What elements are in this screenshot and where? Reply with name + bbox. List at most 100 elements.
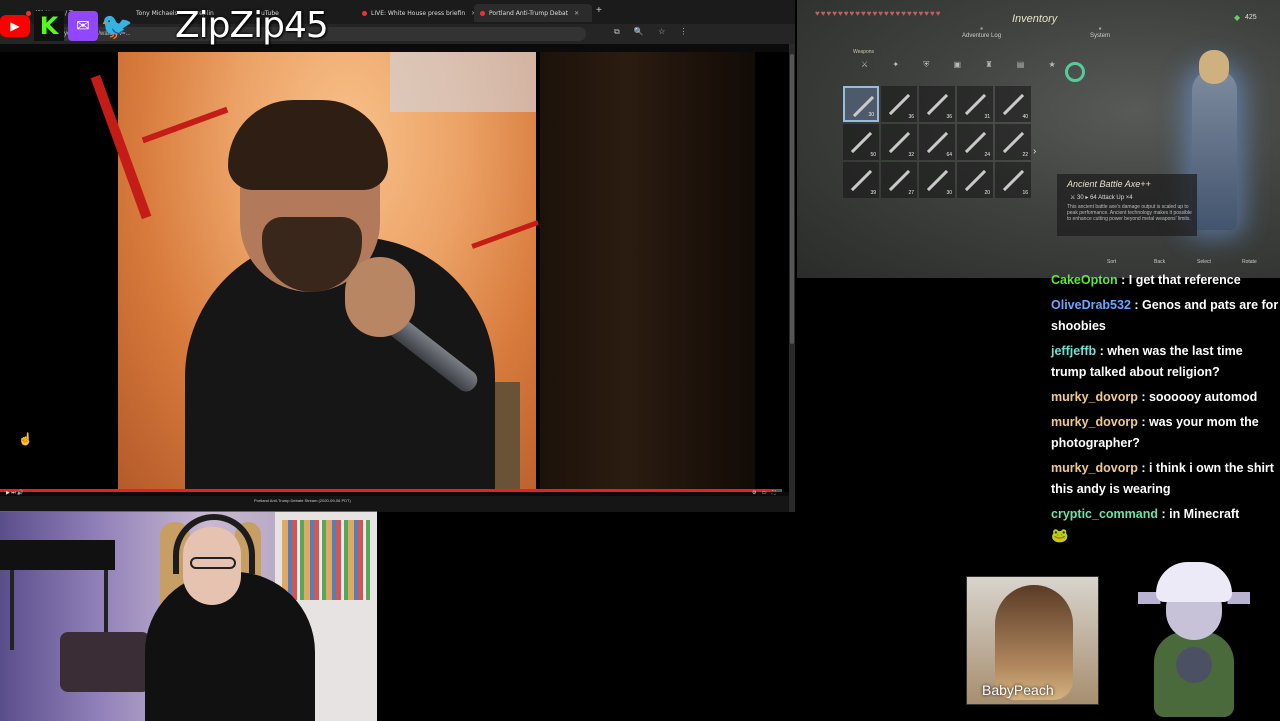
tab-portland-debate[interactable]: Portland Anti-Trump Debat ✕ — [474, 4, 592, 22]
hand-cursor-icon: ☝ — [18, 432, 33, 446]
chat-message: CakeOpton : I get that reference — [1049, 270, 1279, 291]
weapon-durability: 64 — [946, 152, 952, 158]
cat-icon — [1176, 647, 1212, 683]
youtube-icon: ▶ — [0, 11, 30, 41]
system-icon: ▪ — [1098, 24, 1102, 33]
weapon-durability: 30 — [946, 190, 952, 196]
video-wall-top — [390, 52, 536, 112]
nav-inventory[interactable]: Inventory — [1012, 13, 1057, 25]
weapon-slot[interactable]: 36 — [919, 86, 955, 122]
live-dot-icon — [362, 10, 367, 16]
viewer-name: BabyPeach — [982, 682, 1054, 698]
weapon-slot[interactable]: 30 — [843, 86, 879, 122]
chevron-right-icon[interactable]: › — [1033, 146, 1036, 157]
weapon-slot[interactable]: 20 — [957, 162, 993, 198]
chat-username[interactable]: murky_dovorp — [1051, 461, 1138, 475]
weapon-icon — [850, 131, 873, 154]
hint-sort: Sort — [1107, 259, 1117, 265]
weapon-durability: 22 — [1022, 152, 1028, 158]
item-description: This ancient battle axe's damage output … — [1067, 204, 1192, 222]
weapon-icon — [964, 131, 987, 154]
weapon-icon — [926, 93, 949, 116]
video-background-panel — [540, 52, 755, 492]
webcam-feed — [0, 511, 377, 721]
weapon-durability: 32 — [908, 152, 914, 158]
weapon-durability: 36 — [946, 114, 952, 120]
webcam-chair — [60, 632, 150, 692]
weapon-slot[interactable]: 27 — [881, 162, 917, 198]
chat-text: : soooooy automod — [1141, 390, 1258, 404]
weapon-icon — [964, 93, 987, 116]
nav-system[interactable]: ▪ System — [1090, 24, 1110, 39]
scrollbar-thumb[interactable] — [790, 54, 794, 344]
toolbar-icons[interactable]: ⧉ 🔍 ☆ ⋮ — [614, 27, 694, 37]
chat-username[interactable]: CakeOpton — [1051, 273, 1118, 287]
kick-icon: K — [34, 11, 64, 41]
frog-emote-icon: 🐸 — [1051, 527, 1069, 543]
tab-press-briefing[interactable]: LIVE: White House press briefin ✕ — [356, 4, 474, 22]
weapon-durability: 30 — [868, 112, 874, 118]
hint-rotate: Rotate — [1242, 259, 1257, 265]
weapon-icon — [888, 93, 911, 116]
new-tab-button[interactable]: + — [596, 5, 602, 16]
video-player[interactable] — [0, 52, 790, 492]
youtube-favicon-icon — [480, 10, 485, 16]
weapon-durability: 39 — [870, 190, 876, 196]
chat-username[interactable]: murky_dovorp — [1051, 390, 1138, 404]
video-person-hand — [345, 257, 415, 337]
chat-text: : I get that reference — [1121, 273, 1241, 287]
weapon-slot[interactable]: 22 — [995, 124, 1031, 160]
weapon-slot[interactable]: 24 — [957, 124, 993, 160]
page-scrollbar[interactable] — [789, 44, 795, 512]
social-links: ▶ K ✉ 🐦 — [0, 6, 133, 46]
chat-message: murky_dovorp : i think i own the shirt t… — [1049, 458, 1279, 500]
hearts-meter: ♥♥♥♥♥♥♥♥♥♥♥♥♥♥♥♥♥♥♥♥♥♥ — [815, 9, 942, 18]
weapon-slot[interactable]: 64 — [919, 124, 955, 160]
rupee-count: 425 — [1245, 14, 1257, 21]
hint-back: Back — [1154, 259, 1166, 265]
weapon-slot[interactable]: 32 — [881, 124, 917, 160]
weapon-icon — [850, 169, 873, 192]
link-head — [1199, 50, 1229, 84]
weapon-durability: 36 — [908, 114, 914, 120]
weapon-icon — [926, 131, 949, 154]
weapon-slot[interactable]: 16 — [995, 162, 1031, 198]
link-body — [1192, 70, 1237, 230]
chat-message: murky_dovorp : soooooy automod — [1049, 387, 1279, 408]
weapon-durability: 20 — [984, 190, 990, 196]
weapon-slot[interactable]: 30 — [919, 162, 955, 198]
weapon-slot[interactable]: 36 — [881, 86, 917, 122]
weapon-slot[interactable]: 40 — [995, 86, 1031, 122]
weapon-grid: 30 36 36 31 40 50 32 64 24 22 39 27 30 20 16 — [843, 86, 1037, 198]
player-info-strip — [0, 496, 795, 512]
nav-adventure-log[interactable]: ▪ Adventure Log — [962, 24, 1001, 39]
twitch-icon: ✉ — [68, 11, 98, 41]
chat-username[interactable]: OliveDrab532 — [1051, 298, 1131, 312]
video-progress-bar[interactable] — [0, 489, 782, 492]
chat-message: cryptic_command : in Minecraft 🐸 — [1049, 504, 1279, 546]
chat-username[interactable]: cryptic_command — [1051, 507, 1158, 521]
chat-text: : in Minecraft — [1161, 507, 1240, 521]
weapon-slot[interactable]: 50 — [843, 124, 879, 160]
weapon-durability: 16 — [1022, 190, 1028, 196]
category-icons[interactable]: ⚔ ✦ ⛨ ▣ ♜ ▤ ★ — [861, 60, 1067, 70]
weapon-slot[interactable]: 39 — [843, 162, 879, 198]
chat-username[interactable]: murky_dovorp — [1051, 415, 1138, 429]
weapon-durability: 24 — [984, 152, 990, 158]
weapon-slot[interactable]: 31 — [957, 86, 993, 122]
keyboard-piano — [0, 540, 115, 570]
chat-message: murky_dovorp : was your mom the photogra… — [1049, 412, 1279, 454]
weapon-durability: 27 — [908, 190, 914, 196]
weapon-icon — [1002, 93, 1025, 116]
video-title: Portland Anti-Trump Debate Stream (2020-… — [254, 498, 351, 503]
close-tab-icon[interactable]: ✕ — [574, 10, 579, 17]
weapon-icon — [964, 169, 987, 192]
item-stats: ⚔ 30 ▸ 64 Attack Up ×4 — [1070, 195, 1133, 201]
weapon-icon — [888, 169, 911, 192]
weapon-icon — [1002, 169, 1025, 192]
chat-panel: CakeOpton : I get that reference OliveDra… — [1049, 270, 1279, 550]
rupee-icon: ◆ — [1234, 13, 1241, 22]
hint-select: Select — [1197, 259, 1211, 265]
book-icon: ▪ — [980, 24, 983, 33]
chat-username[interactable]: jeffjeffb — [1051, 344, 1096, 358]
